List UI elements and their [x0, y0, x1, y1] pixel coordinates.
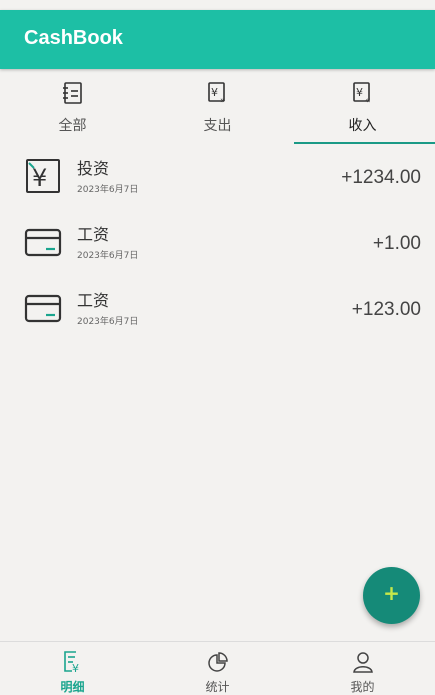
tab-all[interactable]: 全部: [0, 69, 145, 145]
income-icon: ¥ «: [353, 82, 371, 105]
card-icon: [24, 228, 62, 257]
bottom-navigation: ¥ 明细 统计 我的: [0, 641, 435, 695]
pie-chart-icon: [208, 652, 228, 672]
list-item[interactable]: 工资 2023年6月7日 +123.00: [0, 277, 435, 343]
nav-profile-label: 我的: [350, 680, 375, 694]
record-date: 2023年6月7日: [77, 317, 139, 327]
record-name: 投资: [77, 159, 110, 178]
nav-statistics[interactable]: 统计: [145, 642, 290, 695]
card-icon: [24, 294, 62, 323]
tab-expense[interactable]: ¥ » 支出: [145, 69, 290, 145]
svg-text:¥: ¥: [356, 86, 363, 99]
add-record-button[interactable]: +: [363, 567, 420, 624]
record-amount: +123.00: [351, 299, 421, 320]
expense-icon: ¥ »: [208, 82, 226, 105]
record-amount: +1234.00: [341, 167, 421, 188]
list-item[interactable]: 工资 2023年6月7日 +1.00: [0, 211, 435, 277]
nav-details-label: 明细: [60, 680, 85, 694]
record-date: 2023年6月7日: [77, 251, 139, 261]
record-date: 2023年6月7日: [77, 185, 139, 195]
status-bar: [0, 0, 435, 10]
tab-income[interactable]: ¥ « 收入: [290, 69, 435, 145]
yuan-icon: ¥: [26, 159, 60, 193]
record-name: 工资: [77, 225, 110, 244]
nav-statistics-label: 统计: [205, 680, 230, 694]
list-item[interactable]: ¥ 投资 2023年6月7日 +1234.00: [0, 145, 435, 211]
app-bar: CashBook: [0, 10, 435, 69]
record-amount: +1.00: [372, 233, 421, 254]
svg-text:»: »: [220, 96, 226, 105]
nav-details[interactable]: ¥ 明细: [0, 642, 145, 695]
details-icon: ¥: [64, 651, 79, 674]
ledger-icon: [63, 82, 82, 104]
svg-text:¥: ¥: [72, 662, 79, 674]
record-name: 工资: [77, 291, 110, 310]
active-tab-indicator: [294, 142, 435, 144]
svg-text:«: «: [365, 96, 371, 105]
svg-text:¥: ¥: [32, 164, 47, 192]
tab-expense-label: 支出: [203, 118, 232, 134]
category-tabs: 全部 ¥ » 支出 ¥ « 收入: [0, 69, 435, 145]
user-icon: [353, 652, 373, 673]
tab-all-label: 全部: [58, 118, 87, 134]
nav-profile[interactable]: 我的: [290, 642, 435, 695]
svg-text:¥: ¥: [211, 86, 218, 99]
plus-icon: +: [383, 581, 400, 605]
app-title: CashBook: [24, 27, 123, 49]
tab-income-label: 收入: [348, 118, 377, 134]
